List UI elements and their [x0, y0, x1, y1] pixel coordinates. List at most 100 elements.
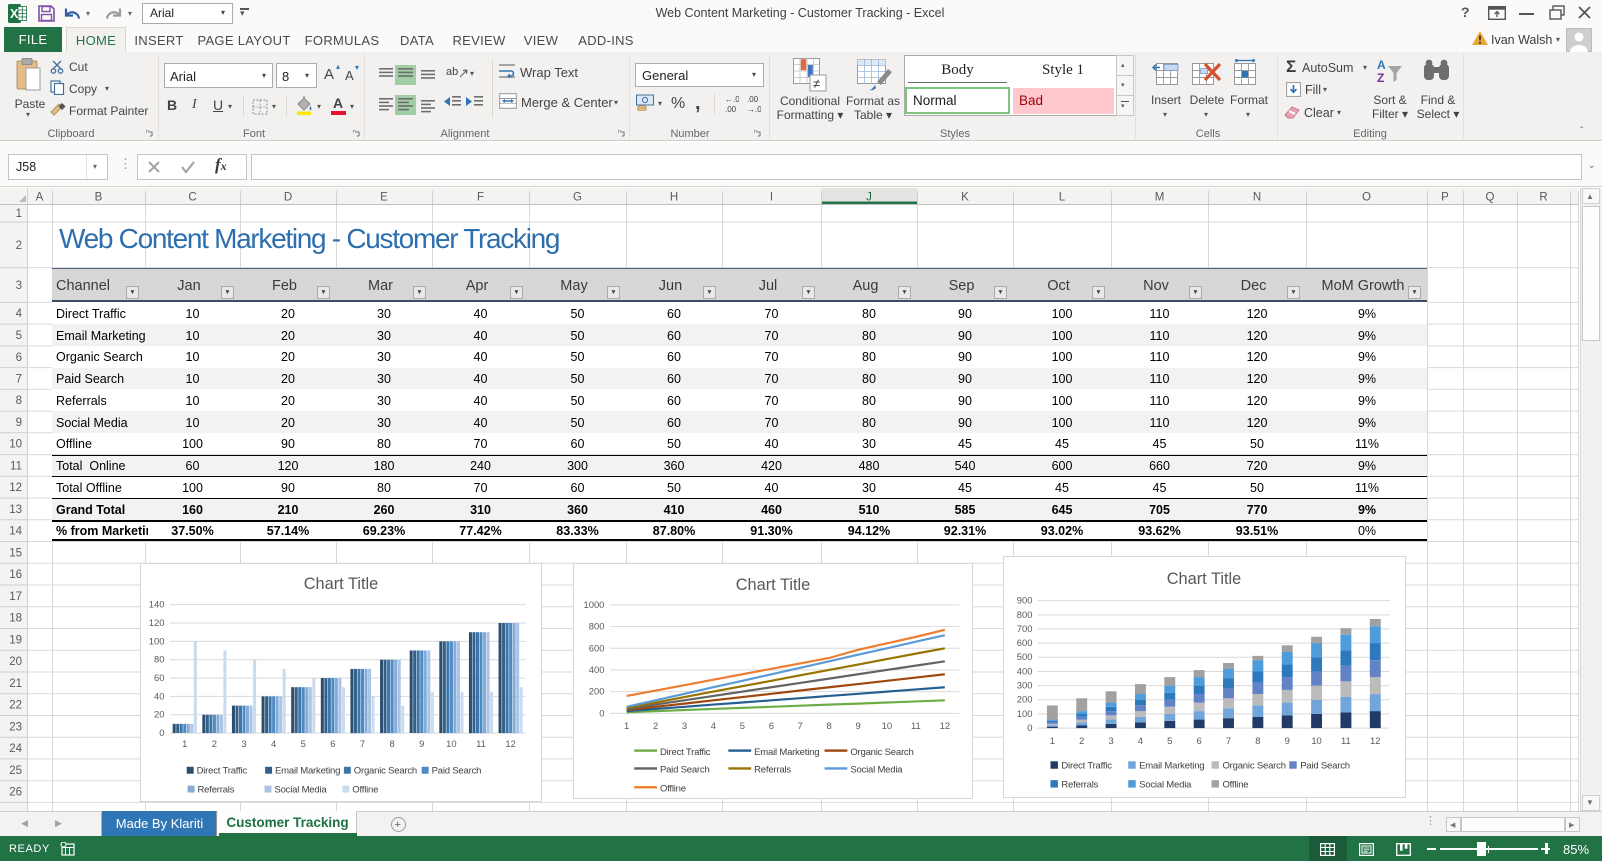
svg-text:3: 3: [241, 738, 246, 749]
svg-text:200: 200: [1017, 694, 1033, 705]
svg-text:Referrals: Referrals: [754, 765, 791, 776]
svg-text:5: 5: [1167, 735, 1172, 746]
svg-text:8: 8: [1255, 735, 1260, 746]
svg-text:4: 4: [1138, 735, 1143, 746]
svg-text:Chart Title: Chart Title: [736, 576, 811, 594]
svg-text:C: C: [188, 192, 196, 204]
svg-text:10: 10: [9, 439, 22, 451]
svg-text:500: 500: [1017, 651, 1033, 662]
svg-text:A: A: [1377, 58, 1386, 72]
svg-text:2: 2: [16, 240, 22, 252]
svg-text:8: 8: [827, 720, 832, 731]
svg-text:ab: ab: [446, 66, 458, 78]
svg-text:→.0: →.0: [747, 105, 761, 114]
svg-text:400: 400: [589, 664, 605, 675]
svg-text:Paid Search: Paid Search: [432, 766, 482, 777]
svg-text:1: 1: [182, 738, 187, 749]
svg-text:6: 6: [1197, 735, 1202, 746]
svg-text:700: 700: [1017, 623, 1033, 634]
svg-text:7: 7: [798, 720, 803, 731]
svg-text:11: 11: [476, 738, 486, 749]
svg-text:Social Media: Social Media: [1139, 780, 1192, 791]
svg-text:9: 9: [1285, 735, 1290, 746]
svg-text:0: 0: [599, 707, 604, 718]
svg-text:60: 60: [154, 672, 164, 683]
svg-text:Offline: Offline: [1222, 780, 1248, 791]
svg-text:J: J: [866, 192, 872, 204]
svg-text:O: O: [1362, 192, 1371, 204]
svg-text:11: 11: [1341, 735, 1351, 746]
svg-text:22: 22: [9, 700, 22, 712]
svg-text:Email Marketing: Email Marketing: [1139, 761, 1204, 772]
svg-text:3: 3: [682, 720, 687, 731]
svg-text:4: 4: [16, 308, 23, 320]
svg-text:H: H: [670, 192, 678, 204]
svg-text:F: F: [477, 192, 484, 204]
svg-text:P: P: [1441, 192, 1449, 204]
svg-text:0: 0: [1027, 722, 1032, 733]
svg-text:Email Marketing: Email Marketing: [275, 766, 340, 777]
svg-text:A: A: [36, 192, 44, 204]
svg-text:800: 800: [1017, 609, 1033, 620]
svg-text:Organic Search: Organic Search: [850, 747, 913, 758]
svg-text:1000: 1000: [584, 599, 605, 610]
svg-text:300: 300: [1017, 680, 1033, 691]
svg-text:21: 21: [9, 678, 22, 690]
svg-text:1: 1: [624, 720, 629, 731]
svg-text:100: 100: [149, 635, 165, 646]
svg-text:12: 12: [9, 482, 22, 494]
svg-text:5: 5: [740, 720, 745, 731]
svg-text:9: 9: [16, 417, 22, 429]
svg-text:M: M: [1155, 192, 1165, 204]
svg-text:E: E: [380, 192, 388, 204]
svg-text:4: 4: [271, 738, 276, 749]
svg-text:6: 6: [330, 738, 335, 749]
svg-text:Social Media: Social Media: [274, 785, 327, 796]
svg-text:12: 12: [505, 738, 515, 749]
svg-text:900: 900: [1017, 595, 1033, 606]
svg-text:Direct Traffic: Direct Traffic: [1061, 761, 1112, 772]
svg-text:20: 20: [9, 656, 22, 668]
svg-text:19: 19: [9, 634, 22, 646]
svg-text:10: 10: [1311, 735, 1321, 746]
svg-text:2: 2: [1079, 735, 1084, 746]
svg-text:8: 8: [16, 395, 22, 407]
svg-text:600: 600: [1017, 637, 1033, 648]
svg-text:120: 120: [149, 617, 165, 628]
svg-text:←.0: ←.0: [725, 95, 739, 104]
svg-text:11: 11: [10, 461, 22, 473]
svg-text:18: 18: [9, 613, 22, 625]
svg-text:600: 600: [589, 642, 605, 653]
svg-text:80: 80: [154, 654, 164, 665]
svg-text:Referrals: Referrals: [1061, 780, 1098, 791]
svg-text:40: 40: [154, 690, 164, 701]
svg-text:800: 800: [589, 621, 605, 632]
svg-text:10: 10: [446, 738, 456, 749]
svg-text:10: 10: [882, 720, 892, 731]
svg-text:13: 13: [9, 504, 22, 516]
svg-text:≠: ≠: [813, 76, 820, 91]
svg-text:Email Marketing: Email Marketing: [754, 747, 819, 758]
svg-text:R: R: [1539, 192, 1547, 204]
svg-text:X: X: [10, 7, 19, 21]
svg-text:20: 20: [154, 709, 164, 720]
svg-text:26: 26: [9, 787, 22, 799]
svg-text:400: 400: [1017, 665, 1033, 676]
svg-text:2: 2: [212, 738, 217, 749]
svg-text:9: 9: [855, 720, 860, 731]
svg-text:N: N: [1253, 192, 1261, 204]
svg-text:Organic Search: Organic Search: [1222, 761, 1285, 772]
svg-text:Chart Title: Chart Title: [304, 575, 379, 593]
svg-text:9: 9: [419, 738, 424, 749]
svg-text:B: B: [95, 192, 103, 204]
svg-text:7: 7: [1226, 735, 1231, 746]
svg-text:Offline: Offline: [352, 785, 378, 796]
svg-text:12: 12: [940, 720, 950, 731]
svg-text:Direct Traffic: Direct Traffic: [660, 747, 711, 758]
svg-text:16: 16: [9, 569, 22, 581]
svg-text:4: 4: [711, 720, 716, 731]
svg-text:Organic Search: Organic Search: [354, 766, 417, 777]
svg-text:1: 1: [16, 208, 22, 220]
svg-text:25: 25: [9, 765, 22, 777]
svg-text:0: 0: [159, 727, 164, 738]
